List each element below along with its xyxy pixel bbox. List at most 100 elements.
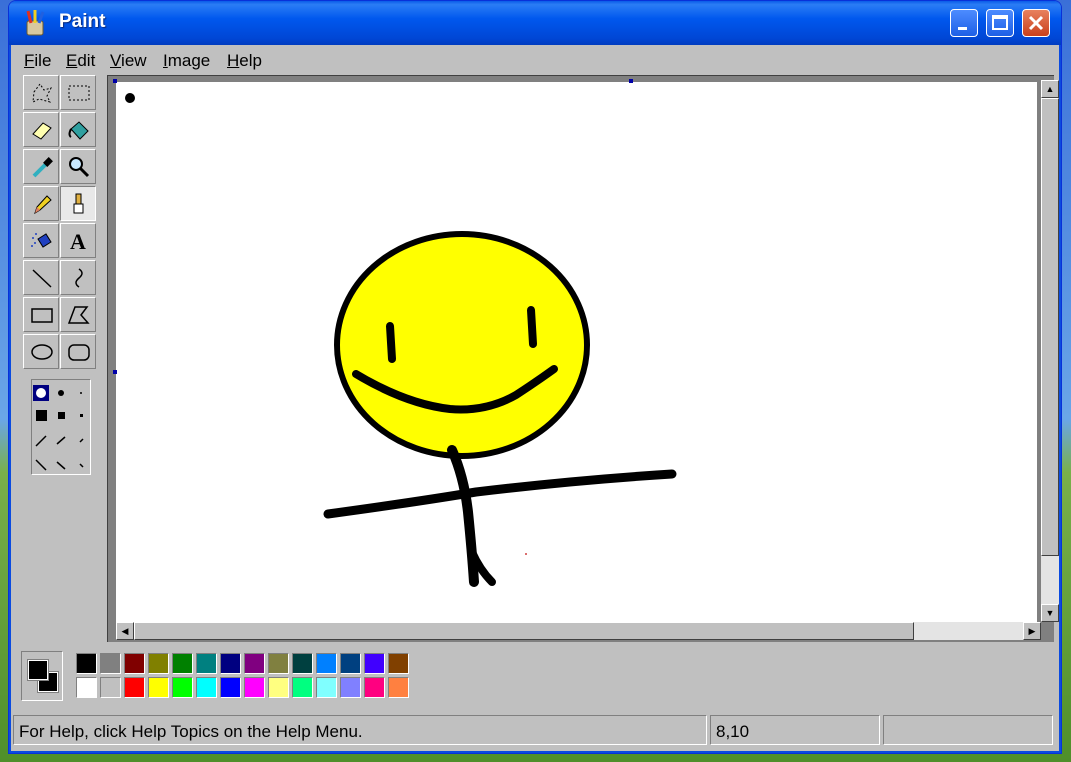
- tool-free-form-select[interactable]: [23, 75, 59, 110]
- resize-handle-top[interactable]: [629, 79, 633, 83]
- foreground-color[interactable]: [27, 659, 49, 681]
- rect-select-icon: [68, 85, 90, 101]
- tool-fill[interactable]: [60, 112, 96, 147]
- stick-body: [447, 445, 479, 587]
- tool-rect-select[interactable]: [60, 75, 96, 110]
- brush-option-small-round[interactable]: [80, 392, 82, 394]
- brush-option-medium-round[interactable]: [58, 390, 64, 396]
- brush-shape-options: [33, 385, 84, 471]
- tool-text[interactable]: A: [60, 223, 96, 258]
- palette-swatch[interactable]: [196, 677, 217, 698]
- status-coordinates-panel: 8,10: [710, 715, 880, 745]
- magnifier-icon: [69, 157, 90, 178]
- tool-polygon[interactable]: [60, 297, 96, 332]
- horizontal-scrollbar[interactable]: ◀ ▶: [116, 622, 1041, 640]
- palette-swatch[interactable]: [100, 653, 121, 674]
- palette-swatch[interactable]: [388, 677, 409, 698]
- minimize-icon: [958, 27, 967, 30]
- menu-help[interactable]: Help: [227, 51, 262, 71]
- tool-eraser[interactable]: [23, 112, 59, 147]
- palette-swatch[interactable]: [196, 653, 217, 674]
- brush-option-slash-medium[interactable]: [56, 436, 66, 445]
- horizontal-scroll-thumb[interactable]: [134, 622, 914, 640]
- brush-option-medium-square[interactable]: [58, 412, 65, 419]
- brush-option-slash-small[interactable]: [79, 438, 84, 443]
- maximize-button[interactable]: [986, 9, 1014, 37]
- scroll-up-button[interactable]: ▲: [1041, 80, 1059, 98]
- menu-file[interactable]: File: [24, 51, 51, 71]
- palette-swatch[interactable]: [220, 677, 241, 698]
- resize-handle-left[interactable]: [113, 370, 117, 374]
- tool-magnifier[interactable]: [60, 149, 96, 184]
- vertical-scrollbar[interactable]: ▲ ▼: [1041, 80, 1059, 622]
- palette-swatch[interactable]: [244, 677, 265, 698]
- vertical-scroll-thumb[interactable]: [1041, 98, 1059, 556]
- tool-curve[interactable]: [60, 260, 96, 295]
- palette-swatch[interactable]: [316, 677, 337, 698]
- rounded-rect-icon: [68, 344, 90, 361]
- palette-swatch[interactable]: [172, 653, 193, 674]
- current-colors[interactable]: [21, 651, 63, 701]
- tool-brush[interactable]: [60, 186, 96, 221]
- scroll-down-button[interactable]: ▼: [1041, 604, 1059, 622]
- palette-swatch[interactable]: [100, 677, 121, 698]
- palette-swatch[interactable]: [388, 653, 409, 674]
- brush-option-large-square[interactable]: [36, 410, 47, 421]
- brush-option-large-round[interactable]: [36, 388, 46, 398]
- color-picker-icon: [32, 157, 53, 178]
- brush-option-small-square[interactable]: [80, 414, 83, 417]
- palette-swatch[interactable]: [148, 677, 169, 698]
- tool-line[interactable]: [23, 260, 59, 295]
- brush-icon: [73, 193, 84, 214]
- palette-swatch[interactable]: [76, 653, 97, 674]
- drawing-canvas[interactable]: [116, 82, 1037, 622]
- tool-airbrush[interactable]: [23, 223, 59, 258]
- palette-swatch[interactable]: [340, 677, 361, 698]
- tool-color-picker[interactable]: [23, 149, 59, 184]
- brush-option-backslash-medium[interactable]: [56, 461, 66, 470]
- smiley-face-head: [334, 231, 590, 459]
- menu-view[interactable]: View: [110, 51, 147, 71]
- brush-option-backslash-small[interactable]: [79, 463, 84, 468]
- drawing: [125, 93, 677, 587]
- palette-swatch[interactable]: [220, 653, 241, 674]
- palette-swatch[interactable]: [124, 677, 145, 698]
- palette-swatch[interactable]: [292, 677, 313, 698]
- palette-swatch[interactable]: [124, 653, 145, 674]
- tool-pencil[interactable]: [23, 186, 59, 221]
- maximize-icon: [992, 15, 1008, 30]
- palette-swatch[interactable]: [172, 677, 193, 698]
- brush-option-backslash-large[interactable]: [35, 459, 47, 471]
- status-size-panel: [883, 715, 1053, 745]
- brush-option-slash-large[interactable]: [35, 435, 47, 447]
- close-button[interactable]: [1022, 9, 1050, 37]
- tool-ellipse[interactable]: [23, 334, 59, 369]
- free-form-select-icon: [32, 83, 52, 103]
- palette-swatch[interactable]: [364, 653, 385, 674]
- palette-swatch[interactable]: [340, 653, 361, 674]
- brush-options: [31, 379, 91, 475]
- tool-rectangle[interactable]: [23, 297, 59, 332]
- palette-swatch[interactable]: [244, 653, 265, 674]
- tool-rounded-rect[interactable]: [60, 334, 96, 369]
- scroll-left-button[interactable]: ◀: [116, 622, 134, 640]
- canvas-area: ▲ ▼ ◀ ▶: [107, 75, 1059, 642]
- palette-swatch[interactable]: [148, 653, 169, 674]
- palette-swatch[interactable]: [364, 677, 385, 698]
- close-icon: [1028, 15, 1044, 31]
- right-eye: [527, 306, 537, 348]
- airbrush-icon: [31, 233, 52, 248]
- menu-image[interactable]: Image: [163, 51, 210, 71]
- menu-edit[interactable]: Edit: [66, 51, 95, 71]
- palette-swatch[interactable]: [268, 677, 289, 698]
- palette-swatch[interactable]: [268, 653, 289, 674]
- minimize-button[interactable]: [950, 9, 978, 37]
- palette-swatch[interactable]: [292, 653, 313, 674]
- palette-swatch[interactable]: [316, 653, 337, 674]
- resize-handle-top-left[interactable]: [113, 79, 117, 83]
- palette-swatch[interactable]: [76, 677, 97, 698]
- polygon-icon: [67, 306, 90, 324]
- window-title: Paint: [59, 11, 106, 32]
- scroll-right-button[interactable]: ▶: [1023, 622, 1041, 640]
- title-bar[interactable]: Paint: [9, 1, 1061, 45]
